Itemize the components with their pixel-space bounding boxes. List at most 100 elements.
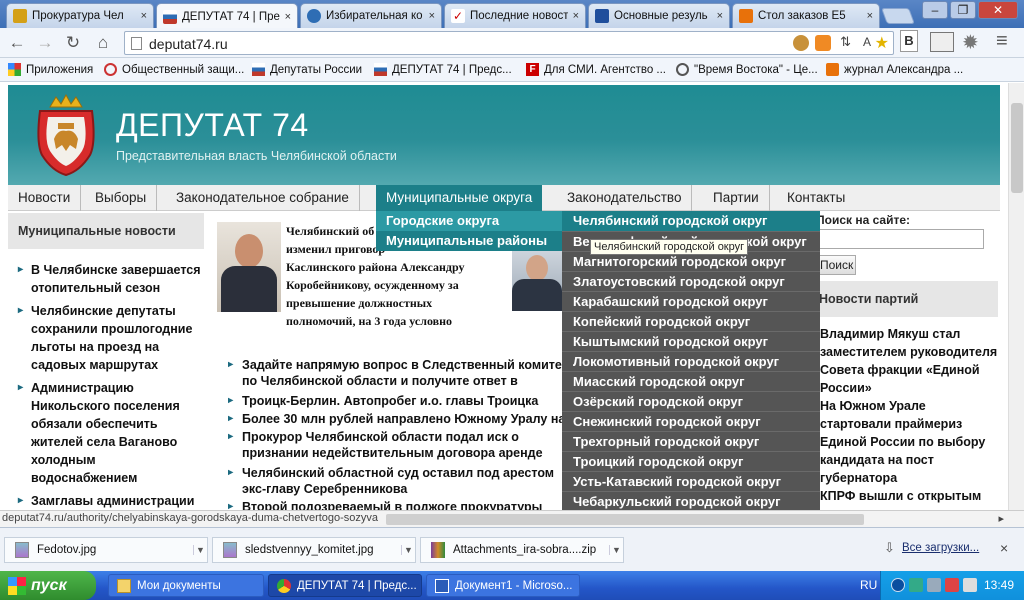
bookmark-star-icon[interactable]: ★: [875, 33, 889, 53]
featured-photo-2[interactable]: [512, 249, 562, 311]
menu-item-elections[interactable]: Выборы: [85, 185, 158, 211]
download-item[interactable]: Fedotov.jpg ▼: [4, 537, 208, 563]
address-bar[interactable]: deputat74.ru ⇅ A ★: [124, 31, 894, 55]
horizontal-scrollbar[interactable]: [386, 514, 864, 525]
menu-item-legislative-assembly[interactable]: Законодательное собрание: [166, 185, 360, 211]
submenu-item[interactable]: Локомотивный городской округ: [562, 351, 820, 371]
translate-icon[interactable]: A: [863, 35, 871, 49]
taskbar-item[interactable]: Мои документы: [108, 574, 264, 597]
bookmark-item[interactable]: Приложения: [8, 63, 93, 76]
tray-icon[interactable]: [945, 578, 959, 592]
news-item[interactable]: Прокурор Челябинской области подал иск о…: [228, 429, 568, 463]
browser-tab[interactable]: Основные резуль ×: [588, 3, 730, 28]
scroll-right-icon[interactable]: ▸: [998, 512, 1004, 525]
submenu-item[interactable]: Карабашский городской округ: [562, 291, 820, 311]
list-item[interactable]: На Южном Урале стартовали праймериз Един…: [820, 397, 998, 487]
submenu-item[interactable]: Троицкий городской округ: [562, 451, 820, 471]
browser-tab-active[interactable]: ДЕПУТАТ 74 | Пре ×: [156, 3, 298, 29]
taskbar-item[interactable]: Документ1 - Microso...: [426, 574, 580, 597]
start-button[interactable]: пуск: [0, 571, 96, 600]
list-item[interactable]: Замглавы администрации: [18, 492, 204, 510]
list-item[interactable]: Администрацию Никольского поселения обяз…: [18, 379, 204, 487]
image-file-icon: [223, 542, 237, 558]
menu-item-contacts[interactable]: Контакты: [777, 185, 855, 211]
menu-item-legislation[interactable]: Законодательство: [557, 185, 693, 211]
tray-icon[interactable]: [891, 578, 905, 592]
download-item[interactable]: sledstvennyy_komitet.jpg ▼: [212, 537, 416, 563]
home-icon[interactable]: ⌂: [92, 33, 114, 53]
mail-extension-icon[interactable]: [930, 32, 954, 52]
search-button[interactable]: Поиск: [816, 255, 856, 275]
submenu-municipal-districts[interactable]: Муниципальные районы: [376, 231, 562, 251]
bookmark-item[interactable]: журнал Александра ...: [826, 63, 963, 76]
vertical-scrollbar[interactable]: [1008, 83, 1024, 510]
forward-icon[interactable]: →: [34, 33, 56, 53]
submenu-item[interactable]: Кыштымский городской округ: [562, 331, 820, 351]
news-item[interactable]: Троицк-Берлин. Автопробег и.о. главы Тро…: [228, 393, 568, 409]
settings-extension-icon[interactable]: ✹: [962, 30, 979, 55]
close-icon[interactable]: ×: [1000, 540, 1008, 556]
browser-tab[interactable]: ✓ Последние новост ×: [444, 3, 586, 28]
menu-icon[interactable]: ≡: [996, 30, 1008, 53]
tab-close-icon[interactable]: ×: [285, 11, 291, 23]
back-icon[interactable]: ←: [6, 33, 28, 53]
submenu-item[interactable]: Копейский городской округ: [562, 311, 820, 331]
close-window-icon[interactable]: ✕: [978, 1, 1018, 19]
submenu-item[interactable]: Чебаркульский городской округ: [562, 491, 820, 510]
submenu-item[interactable]: Озёрский городской округ: [562, 391, 820, 411]
browser-tab[interactable]: Стол заказов E5 ×: [732, 3, 880, 28]
bookmark-item[interactable]: Общественный защи...: [104, 63, 244, 76]
browser-tab[interactable]: Прокуратура Чел ×: [6, 3, 154, 28]
news-item[interactable]: Более 30 млн рублей направлено Южному Ур…: [228, 411, 568, 427]
list-item[interactable]: Владимир Мякуш стал заместителем руковод…: [820, 325, 998, 397]
taskbar-item-active[interactable]: ДЕПУТАТ 74 | Предс...: [268, 574, 422, 597]
extension-b-icon[interactable]: B: [900, 30, 918, 52]
mail-icon[interactable]: [963, 578, 977, 592]
news-item[interactable]: Челябинский областной суд оставил под ар…: [228, 465, 568, 497]
list-item[interactable]: В Челябинске завершается отопительный се…: [18, 261, 204, 297]
submenu-item[interactable]: Златоустовский городской округ: [562, 271, 820, 291]
minimize-icon[interactable]: –: [922, 1, 948, 19]
bookmark-item[interactable]: ДЕПУТАТ 74 | Предс...: [374, 63, 512, 76]
list-item[interactable]: КПРФ вышли с открытым письмом к руководс…: [820, 487, 998, 510]
tab-close-icon[interactable]: ×: [867, 10, 873, 22]
featured-photo[interactable]: [217, 222, 281, 312]
menu-item-parties[interactable]: Партии: [703, 185, 770, 211]
download-item[interactable]: Attachments_ira-sobra....zip ▼: [420, 537, 624, 563]
menu-item-municipal-districts[interactable]: Муниципальные округа: [376, 185, 543, 211]
bookmark-item[interactable]: Депутаты России: [252, 63, 362, 76]
rss-icon[interactable]: [815, 35, 831, 51]
submenu-item[interactable]: Трехгорный городской округ: [562, 431, 820, 451]
bookmark-item[interactable]: F Для СМИ. Агентство ...: [526, 63, 666, 76]
all-downloads-link[interactable]: Все загрузки...: [902, 542, 979, 554]
tab-close-icon[interactable]: ×: [717, 10, 723, 22]
submenu-item[interactable]: Челябинский городской округ: [562, 211, 820, 231]
tab-close-icon[interactable]: ×: [573, 10, 579, 22]
submenu-item[interactable]: Усть-Катавский городской округ: [562, 471, 820, 491]
restore-icon[interactable]: ❐: [950, 1, 976, 19]
submenu-item[interactable]: Миасский городской округ: [562, 371, 820, 391]
chevron-down-icon[interactable]: ▼: [609, 545, 623, 555]
submenu-item[interactable]: Снежинский городской округ: [562, 411, 820, 431]
site-title[interactable]: ДЕПУТАТ 74: [116, 107, 309, 144]
tray-icon[interactable]: [909, 578, 923, 592]
search-input[interactable]: [816, 229, 984, 249]
bookmark-item[interactable]: "Время Востока" - Це...: [676, 63, 818, 76]
chevron-down-icon[interactable]: ▼: [401, 545, 415, 555]
network-icon[interactable]: [927, 578, 941, 592]
list-item[interactable]: Челябинские депутаты сохранили прошлогод…: [18, 302, 204, 374]
submenu-city-districts[interactable]: Городские округа: [376, 211, 562, 231]
scrollbar-thumb[interactable]: [1011, 103, 1023, 193]
tab-close-icon[interactable]: ×: [429, 10, 435, 22]
extension-icon[interactable]: [793, 35, 809, 51]
new-tab-button[interactable]: [881, 8, 915, 24]
news-item[interactable]: Задайте напрямую вопрос в Следственный к…: [228, 357, 568, 391]
language-indicator[interactable]: RU: [860, 578, 877, 592]
news-item[interactable]: Второй подозреваемый в поджоге прокурату…: [228, 499, 568, 510]
reload-icon[interactable]: ↻: [62, 33, 84, 53]
browser-tab[interactable]: Избирательная ко ×: [300, 3, 442, 28]
menu-item-news[interactable]: Новости: [8, 185, 82, 211]
sort-icon[interactable]: ⇅: [840, 34, 851, 50]
chevron-down-icon[interactable]: ▼: [193, 545, 207, 555]
tab-close-icon[interactable]: ×: [141, 10, 147, 22]
